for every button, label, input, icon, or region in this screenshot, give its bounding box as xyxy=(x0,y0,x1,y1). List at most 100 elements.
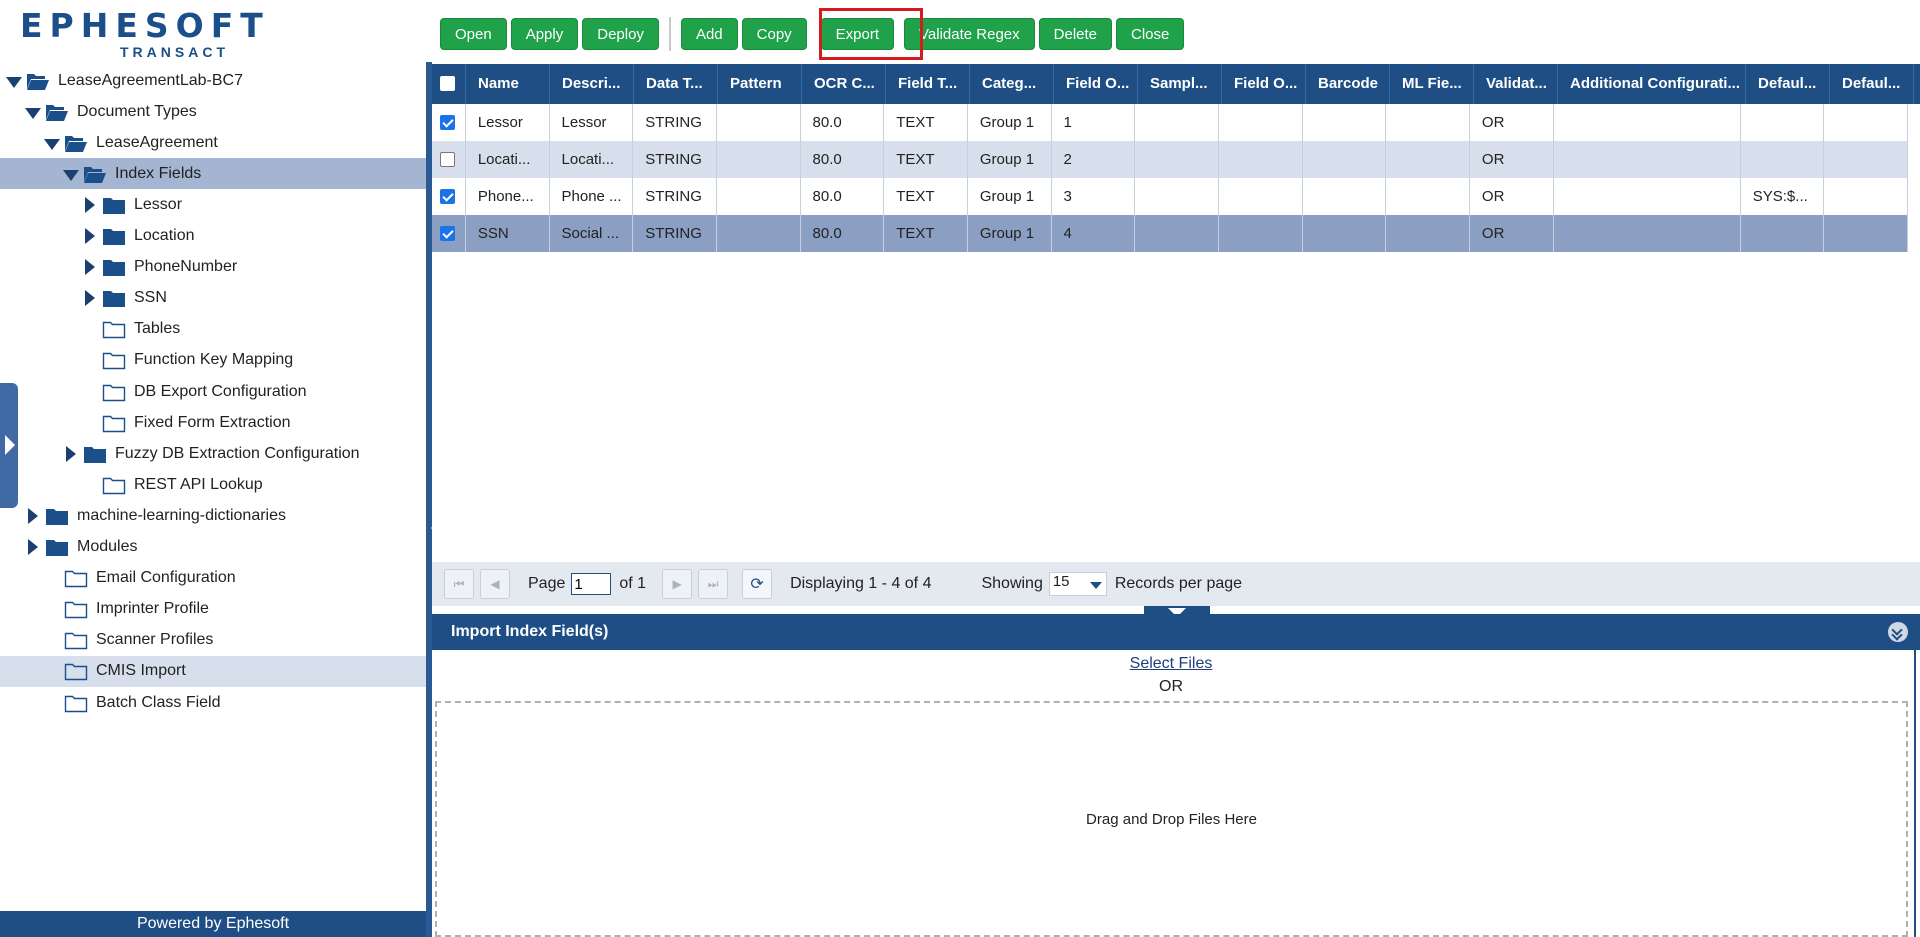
caret-down-icon[interactable] xyxy=(42,134,60,152)
column-header[interactable]: Field O... xyxy=(1222,64,1306,104)
table-cell[interactable] xyxy=(1386,141,1470,178)
table-row[interactable]: SSN Social ... STRING 80.0 TEXT Group 1 4 OR xyxy=(432,215,1909,252)
table-cell[interactable]: 80.0 xyxy=(801,104,885,141)
prev-page-button[interactable]: ◀ xyxy=(480,569,510,599)
table-cell[interactable] xyxy=(1303,178,1387,215)
tree-node[interactable]: Tables xyxy=(0,314,426,345)
table-cell[interactable] xyxy=(1824,104,1909,141)
table-cell[interactable] xyxy=(1554,215,1741,252)
caret-right-icon[interactable] xyxy=(80,227,98,245)
table-cell[interactable]: STRING xyxy=(633,104,717,141)
export-button[interactable]: Export xyxy=(820,18,895,50)
column-header[interactable]: Field T... xyxy=(886,64,970,104)
table-cell[interactable] xyxy=(1554,104,1741,141)
table-cell[interactable]: 3 xyxy=(1052,178,1136,215)
row-checkbox[interactable] xyxy=(440,115,455,130)
table-cell[interactable] xyxy=(1741,215,1825,252)
table-cell[interactable]: TEXT xyxy=(884,141,968,178)
table-cell[interactable] xyxy=(1741,104,1825,141)
column-header[interactable]: Sampl... xyxy=(1138,64,1222,104)
tree-node[interactable]: Lessor xyxy=(0,189,426,220)
table-cell[interactable]: Lessor xyxy=(550,104,634,141)
table-cell[interactable] xyxy=(1824,215,1909,252)
refresh-icon[interactable]: ⟳ xyxy=(742,569,773,599)
table-cell[interactable] xyxy=(1554,141,1741,178)
tree-node[interactable]: Email Configuration xyxy=(0,563,426,594)
table-cell[interactable] xyxy=(1386,215,1470,252)
tree-node[interactable]: CMIS Import xyxy=(0,655,426,687)
apply-button[interactable]: Apply xyxy=(510,18,579,50)
collapse-chevron-icon[interactable] xyxy=(1888,622,1908,642)
validate-regex-button[interactable]: Validate Regex xyxy=(904,18,1035,50)
caret-right-icon[interactable] xyxy=(23,507,41,525)
row-checkbox[interactable] xyxy=(440,189,455,204)
column-header[interactable]: Descri... xyxy=(550,64,634,104)
delete-button[interactable]: Delete xyxy=(1038,18,1113,50)
table-cell[interactable]: TEXT xyxy=(884,104,968,141)
tree-node[interactable]: Location xyxy=(0,221,426,252)
tree-node[interactable]: DB Export Configuration xyxy=(0,376,426,407)
table-cell[interactable]: 4 xyxy=(1052,215,1136,252)
table-cell[interactable] xyxy=(717,104,801,141)
last-page-button[interactable]: ⏭ xyxy=(698,569,729,599)
tree-node[interactable]: REST API Lookup xyxy=(0,469,426,500)
caret-down-icon[interactable] xyxy=(23,103,41,121)
tree-node[interactable]: Scanner Profiles xyxy=(0,625,426,656)
table-cell[interactable] xyxy=(1135,104,1219,141)
next-page-button[interactable]: ▶ xyxy=(662,569,693,599)
first-page-button[interactable]: ⏮ xyxy=(444,569,474,599)
table-cell[interactable]: OR xyxy=(1470,141,1554,178)
file-dropzone[interactable]: Drag and Drop Files Here xyxy=(435,701,1908,937)
tree-node[interactable]: LeaseAgreementLab-BC7 xyxy=(0,65,426,96)
table-cell[interactable] xyxy=(717,141,801,178)
table-cell[interactable]: OR xyxy=(1470,104,1554,141)
tree-node[interactable]: Document Types xyxy=(0,96,426,127)
row-checkbox[interactable] xyxy=(440,152,455,167)
table-cell[interactable] xyxy=(1219,215,1303,252)
caret-down-icon[interactable] xyxy=(61,165,79,183)
table-cell[interactable] xyxy=(1554,178,1741,215)
deploy-button[interactable]: Deploy xyxy=(582,18,659,50)
table-cell[interactable]: 80.0 xyxy=(801,141,885,178)
table-cell[interactable] xyxy=(1219,104,1303,141)
table-cell[interactable] xyxy=(1219,178,1303,215)
table-cell[interactable]: Group 1 xyxy=(968,178,1052,215)
table-cell[interactable] xyxy=(1741,141,1825,178)
records-per-page-select[interactable]: 15 xyxy=(1048,572,1107,596)
column-header[interactable]: Name xyxy=(466,64,550,104)
table-cell[interactable] xyxy=(717,178,801,215)
add-button[interactable]: Add xyxy=(680,18,738,50)
column-header[interactable]: Barcode xyxy=(1306,64,1390,104)
column-header[interactable]: Defaul... xyxy=(1746,64,1830,104)
caret-right-icon[interactable] xyxy=(80,289,98,307)
select-all-cell[interactable] xyxy=(432,64,466,104)
open-button[interactable]: Open xyxy=(440,18,507,50)
column-header[interactable]: OCR C... xyxy=(802,64,886,104)
tree-node[interactable]: Imprinter Profile xyxy=(0,594,426,625)
tree-node[interactable]: Fuzzy DB Extraction Configuration xyxy=(0,438,426,469)
tree-node[interactable]: PhoneNumber xyxy=(0,252,426,283)
table-row[interactable]: Locati... Locati... STRING 80.0 TEXT Group 12… xyxy=(432,141,1909,178)
column-header[interactable]: Validat... xyxy=(1474,64,1558,104)
tree-node[interactable]: LeaseAgreement xyxy=(0,127,426,158)
table-cell[interactable] xyxy=(1386,104,1470,141)
expand-panel-handle[interactable] xyxy=(0,383,18,508)
caret-right-icon[interactable] xyxy=(61,445,79,463)
column-header[interactable]: ML Fie... xyxy=(1390,64,1474,104)
select-all-checkbox[interactable] xyxy=(440,76,455,91)
table-cell[interactable] xyxy=(1219,141,1303,178)
table-cell[interactable]: 80.0 xyxy=(801,178,885,215)
table-cell[interactable]: Group 1 xyxy=(968,104,1052,141)
column-header[interactable]: Pattern xyxy=(718,64,802,104)
column-header[interactable]: Additional Configurati... xyxy=(1558,64,1746,104)
caret-right-icon[interactable] xyxy=(80,196,98,214)
table-cell[interactable]: Group 1 xyxy=(968,141,1052,178)
table-cell[interactable]: 2 xyxy=(1052,141,1136,178)
table-cell[interactable]: TEXT xyxy=(884,215,968,252)
tree-node[interactable]: Index Fields xyxy=(0,158,426,190)
table-cell[interactable]: TEXT xyxy=(884,178,968,215)
table-row[interactable]: Lessor Lessor STRING 80.0 TEXT Group 1 1 OR xyxy=(432,104,1909,141)
table-cell[interactable]: Phone... xyxy=(466,178,550,215)
tree-node[interactable]: machine-learning-dictionaries xyxy=(0,500,426,531)
tree-node[interactable]: Modules xyxy=(0,532,426,563)
